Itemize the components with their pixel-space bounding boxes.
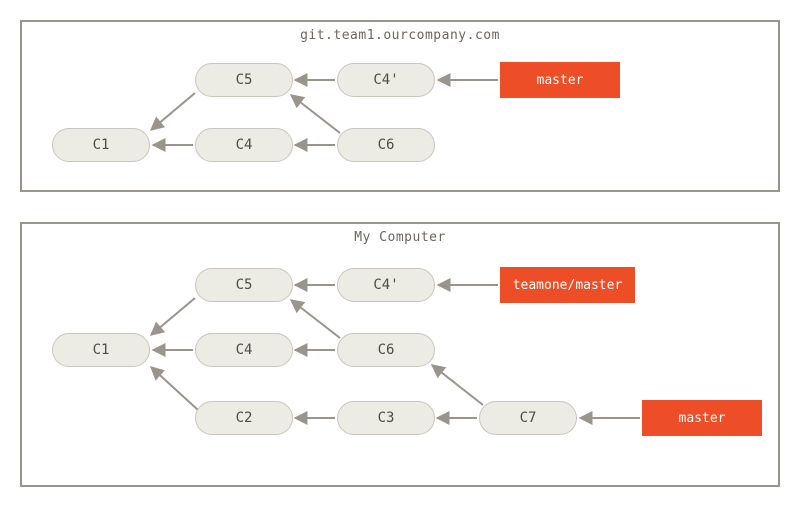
commit-r-c1: C1	[52, 128, 150, 162]
commit-l-c3: C3	[337, 401, 435, 435]
ref-r-master: master	[500, 62, 620, 98]
commit-l-c4p: C4'	[337, 268, 435, 302]
commit-r-c4: C4	[195, 128, 293, 162]
panel-remote-title: git.team1.ourcompany.com	[22, 28, 778, 43]
panel-remote: git.team1.ourcompany.com	[20, 20, 780, 192]
commit-l-c1: C1	[52, 333, 150, 367]
commit-r-c5: C5	[195, 63, 293, 97]
commit-l-c5: C5	[195, 268, 293, 302]
panel-local-title: My Computer	[22, 230, 778, 245]
commit-l-c6: C6	[337, 333, 435, 367]
diagram-stage: git.team1.ourcompany.com My Computer	[0, 0, 800, 507]
commit-r-c6: C6	[337, 128, 435, 162]
ref-l-teamone-master: teamone/master	[500, 267, 635, 303]
commit-l-c4: C4	[195, 333, 293, 367]
commit-l-c7: C7	[479, 401, 577, 435]
commit-r-c4p: C4'	[337, 63, 435, 97]
ref-l-master: master	[642, 400, 762, 436]
commit-l-c2: C2	[195, 401, 293, 435]
